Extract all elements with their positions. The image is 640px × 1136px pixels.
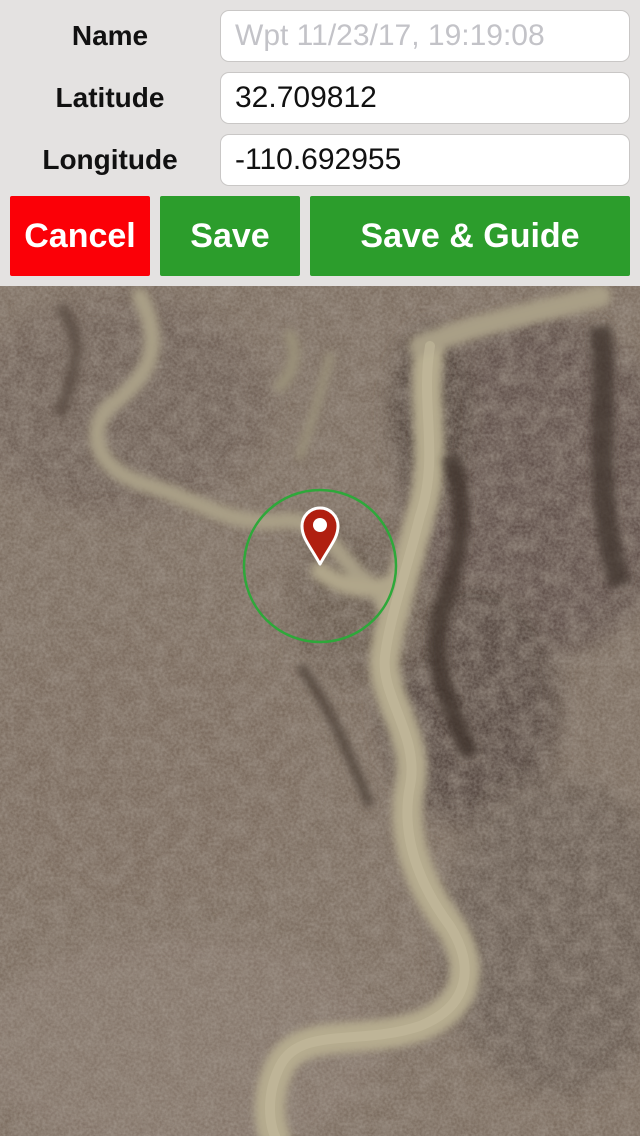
name-label: Name [71, 20, 149, 51]
longitude-label: Longitude [42, 144, 178, 175]
latitude-field[interactable] [220, 72, 630, 124]
longitude-field[interactable] [220, 134, 630, 186]
save-and-guide-button[interactable]: Save & Guide [310, 196, 630, 276]
latitude-row: Latitude [0, 72, 640, 124]
latitude-label: Latitude [55, 82, 165, 113]
longitude-row: Longitude [0, 134, 640, 186]
save-button[interactable]: Save [160, 196, 300, 276]
satellite-imagery [0, 286, 640, 1136]
cancel-button[interactable]: Cancel [10, 196, 150, 276]
name-field[interactable] [220, 10, 630, 62]
waypoint-form: Name Latitude Longitude Cancel Save Save… [0, 0, 640, 286]
name-row: Name [0, 10, 640, 62]
satellite-map[interactable] [0, 286, 640, 1136]
